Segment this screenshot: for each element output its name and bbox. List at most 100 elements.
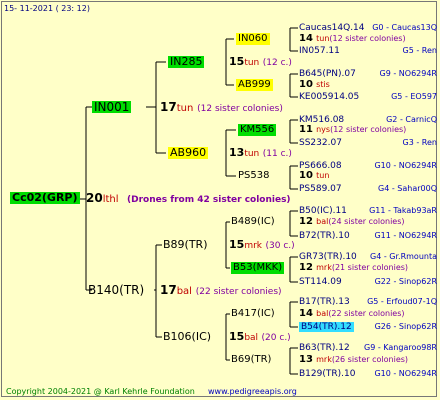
mating-info-gen2-4: 15bal (20 c.) <box>229 331 291 344</box>
mating-info-gen2-2: 13tun (11 c.) <box>229 147 292 160</box>
queen-node-gen2-2[interactable]: AB960 <box>168 146 209 159</box>
gen4-queen-id: B17(TR).13 <box>299 297 350 307</box>
queen-node-gen2-3[interactable]: B89(TR) <box>163 239 208 251</box>
mating-sub: stis <box>316 80 330 89</box>
gen4-origin: G5 - Erfoud07-1Q <box>367 297 437 306</box>
root-mating-info: 20lthl <box>86 192 119 206</box>
mating-info-gen3-7: 14 bal(22 sister colonies) <box>299 308 405 320</box>
mating-note: (20 c.) <box>261 333 291 343</box>
queen-node-gen1-1[interactable]: IN001 <box>92 101 132 113</box>
mating-num: 15 <box>229 55 245 68</box>
queen-label: IN285 <box>170 55 203 68</box>
mating-note: (11 c.) <box>262 149 292 159</box>
queen-node-gen3-8[interactable]: B69(TR) <box>231 354 271 366</box>
gen4-row[interactable]: PS666.08 G10 - NO6294R <box>299 160 437 172</box>
gen4-row[interactable]: B50(IC).11 G11 - Takab93aR <box>299 205 437 217</box>
queen-label: KM556 <box>240 124 275 135</box>
mating-num: 15 <box>229 330 245 343</box>
queen-label: B53(MKK) <box>233 262 283 273</box>
mating-num: 12 <box>299 262 313 273</box>
gen4-row[interactable]: B63(TR).12 G9 - Kangaroo98R <box>299 342 437 354</box>
mating-sub: tun <box>316 171 330 180</box>
gen4-origin: G5 - EO597 <box>391 92 437 101</box>
queen-label: B140(TR) <box>88 283 145 297</box>
gen4-origin: G10 - NO6294R <box>374 369 437 378</box>
mating-info-gen2-1: 15tun (12 c.) <box>229 56 292 69</box>
queen-node-gen3-2[interactable]: AB999 <box>236 79 273 91</box>
website-link[interactable]: www.pedigreeapis.org <box>208 386 297 398</box>
mating-note: (22 sister colonies) <box>328 309 405 318</box>
mating-sub: nys <box>316 125 331 134</box>
gen4-row[interactable]: KE005914.05 G5 - EO597 <box>299 91 437 103</box>
gen4-row[interactable]: B645(PN).07 G9 - NO6294R <box>299 68 437 80</box>
gen4-queen-id: PS666.08 <box>299 161 342 171</box>
gen4-origin: G3 - Ren <box>402 138 437 147</box>
mating-info-gen3-8: 13 mrk(26 sister colonies) <box>299 354 408 366</box>
gen4-row[interactable]: B72(TR).10 G11 - NO6294R <box>299 230 437 242</box>
queen-node-gen3-1[interactable]: IN060 <box>236 33 270 45</box>
mating-num: 10 <box>299 79 313 90</box>
mating-note: (12 sister colonies) <box>330 125 407 134</box>
mating-info-gen1-2: 17bal (22 sister colonies) <box>160 284 282 298</box>
queen-node-gen3-5[interactable]: B489(IC) <box>231 216 275 228</box>
queen-node-gen3-4[interactable]: PS538 <box>238 170 269 182</box>
queen-label: B89(TR) <box>163 238 208 251</box>
gen4-row[interactable]: SS232.07 G3 - Ren <box>299 137 437 149</box>
mating-note: (12 c.) <box>262 58 292 68</box>
root-note: (Drones from 42 sister colonies) <box>127 195 291 205</box>
report-date: 15- 11-2021 ( 23: 12) <box>4 4 90 13</box>
queen-node-gen3-6[interactable]: B53(MKK) <box>231 262 285 274</box>
mating-num: 12 <box>299 216 313 227</box>
gen4-row[interactable]: ST114.09 G22 - Sinop62R <box>299 276 437 288</box>
gen4-queen-id: B50(IC).11 <box>299 206 347 216</box>
mating-num: 13 <box>229 146 245 159</box>
gen4-origin: G11 - Takab93aR <box>369 206 437 215</box>
gen4-queen-id: B63(TR).12 <box>299 343 350 353</box>
queen-label: B489(IC) <box>231 216 275 227</box>
mating-note: (24 sister colonies) <box>328 217 405 226</box>
queen-node-root[interactable]: Cc02(GRP) <box>10 192 80 204</box>
root-num: 20 <box>86 191 103 205</box>
mating-info-gen1-1: 17tun (12 sister colonies) <box>160 101 283 115</box>
queen-node-gen1-2[interactable]: B140(TR) <box>88 284 144 296</box>
gen4-origin: G0 - Caucas13Q <box>372 23 437 32</box>
gen4-row[interactable]: Caucas14Q.14 G0 - Caucas13Q <box>299 22 437 34</box>
queen-node-gen3-7[interactable]: B417(IC) <box>231 308 275 320</box>
mating-note: (26 sister colonies) <box>331 355 409 364</box>
mating-sub: mrk <box>244 241 262 251</box>
queen-node-gen3-3[interactable]: KM556 <box>238 124 277 136</box>
queen-label: PS538 <box>238 170 270 181</box>
gen4-origin: G9 - NO6294R <box>379 69 437 78</box>
gen4-origin: G10 - NO6294R <box>374 161 437 170</box>
gen4-queen-id: GR73(TR).10 <box>299 252 357 262</box>
gen4-row[interactable]: KM516.08 G2 - CarnicQ <box>299 114 437 126</box>
gen4-row[interactable]: IN057.11 G5 - Ren <box>299 45 437 57</box>
queen-node-gen2-1[interactable]: IN285 <box>168 55 205 68</box>
gen4-origin: G5 - Ren <box>402 46 437 55</box>
gen4-origin: G4 - Gr.Rmounta <box>370 252 437 261</box>
gen4-row[interactable]: B17(TR).13 G5 - Erfoud07-1Q <box>299 296 437 308</box>
mating-num: 17 <box>160 100 177 114</box>
mating-sub: bal <box>244 333 259 343</box>
gen4-row[interactable]: PS589.07 G4 - Sahar00Q <box>299 183 437 195</box>
queen-label: B417(IC) <box>231 308 275 319</box>
gen4-queen-id: ST114.09 <box>299 277 342 287</box>
mating-note: (22 sister colonies) <box>195 287 282 297</box>
mating-note: (12 sister colonies) <box>197 104 283 114</box>
mating-sub: bal <box>316 309 329 318</box>
queen-label: AB960 <box>170 146 207 159</box>
copyright-text: Copyright 2004-2021 @ Karl Kehrle Founda… <box>6 387 195 396</box>
queen-label: AB999 <box>238 79 271 90</box>
gen4-origin: G11 - NO6294R <box>374 231 437 240</box>
mating-info-gen3-1: 14 tun(12 sister colonies) <box>299 33 406 45</box>
mating-num: 17 <box>160 283 177 297</box>
gen4-origin: G9 - Kangaroo98R <box>364 343 437 352</box>
gen4-queen-id: B72(TR).10 <box>299 231 350 241</box>
gen4-queen-id: B129(TR).10 <box>299 369 356 379</box>
mating-info-gen3-6: 12 mrk(21 sister colonies) <box>299 262 408 274</box>
queen-node-gen2-4[interactable]: B106(IC) <box>163 331 211 343</box>
root-drone-note: (Drones from 42 sister colonies) <box>127 194 291 206</box>
gen4-row[interactable]: B54(TR).12 G26 - Sinop62R <box>299 321 437 333</box>
gen4-row[interactable]: GR73(TR).10 G4 - Gr.Rmounta <box>299 251 437 263</box>
gen4-row[interactable]: B129(TR).10 G10 - NO6294R <box>299 368 437 380</box>
